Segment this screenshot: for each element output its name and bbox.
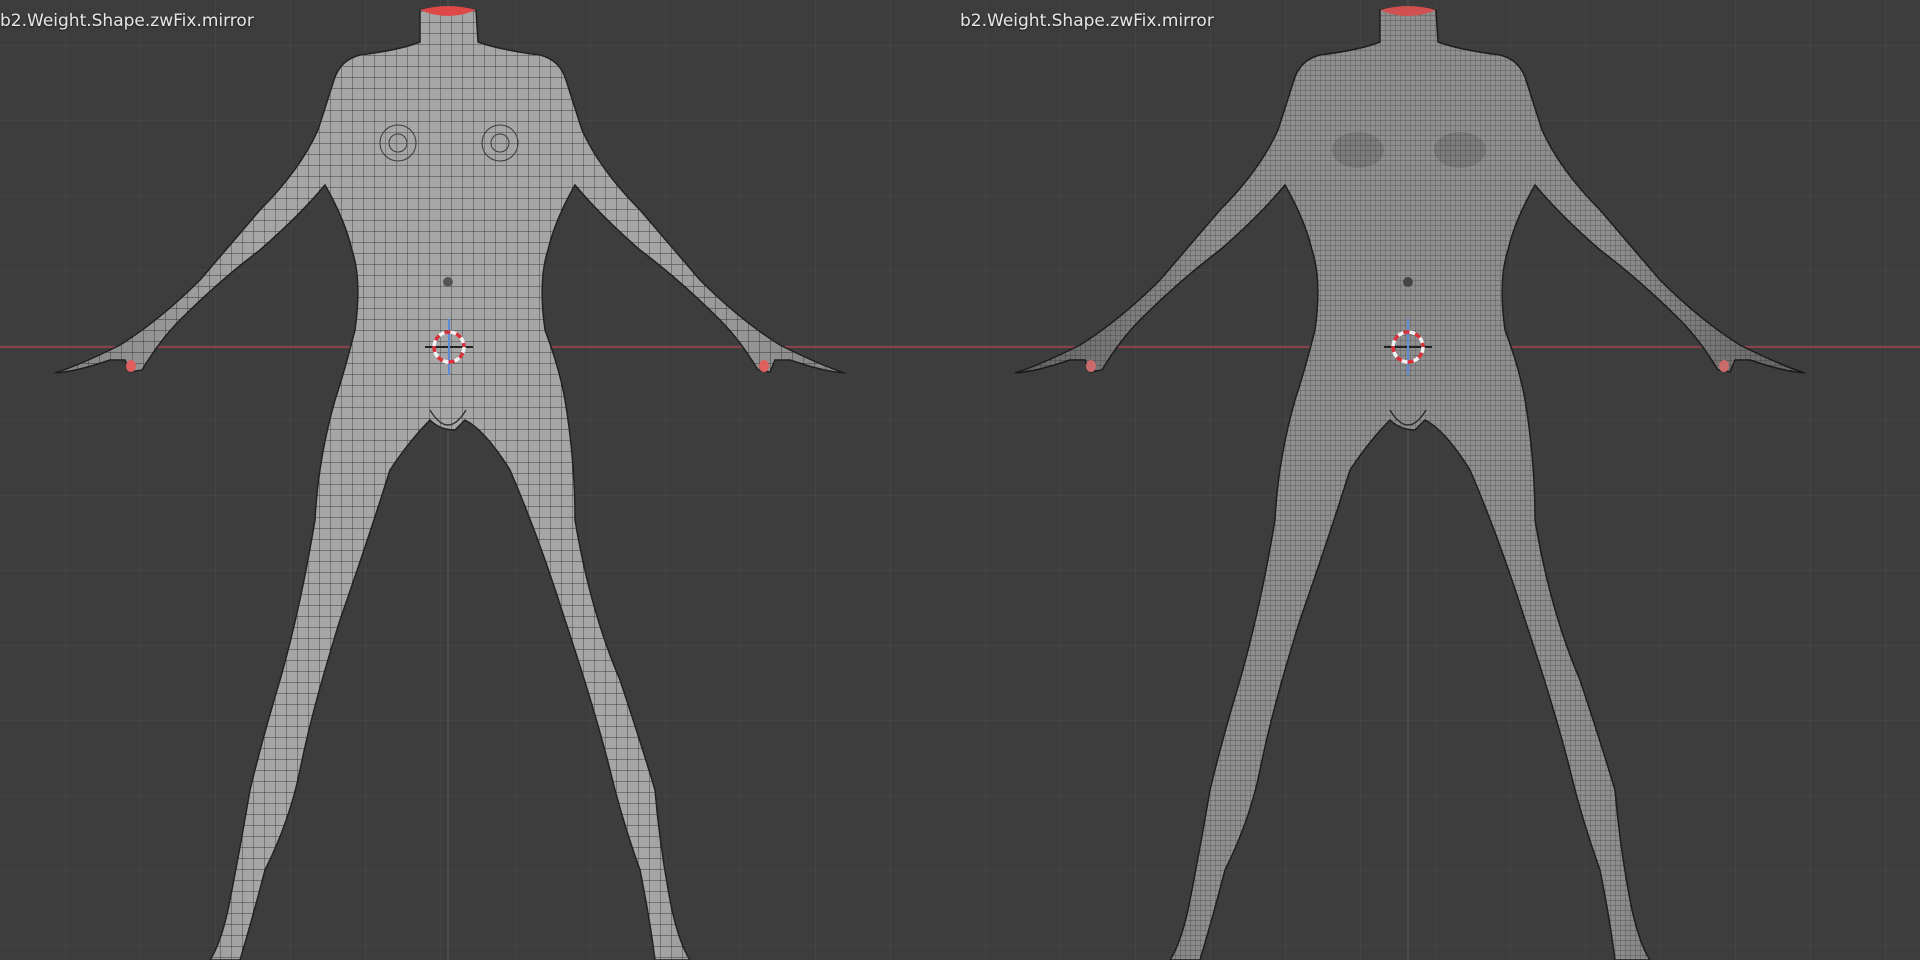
viewport-right[interactable]: b2.Weight.Shape.zwFix.mirror bbox=[960, 0, 1920, 960]
object-name-label: b2.Weight.Shape.zwFix.mirror bbox=[0, 11, 254, 31]
object-name-label: b2.Weight.Shape.zwFix.mirror bbox=[960, 11, 1214, 31]
viewport-right-canvas[interactable] bbox=[960, 0, 1920, 960]
viewport-left-canvas[interactable] bbox=[0, 0, 960, 960]
blender-dual-viewport: b2.Weight.Shape.zwFix.mirror b2.Weight.S… bbox=[0, 0, 1920, 960]
viewport-left[interactable]: b2.Weight.Shape.zwFix.mirror bbox=[0, 0, 960, 960]
